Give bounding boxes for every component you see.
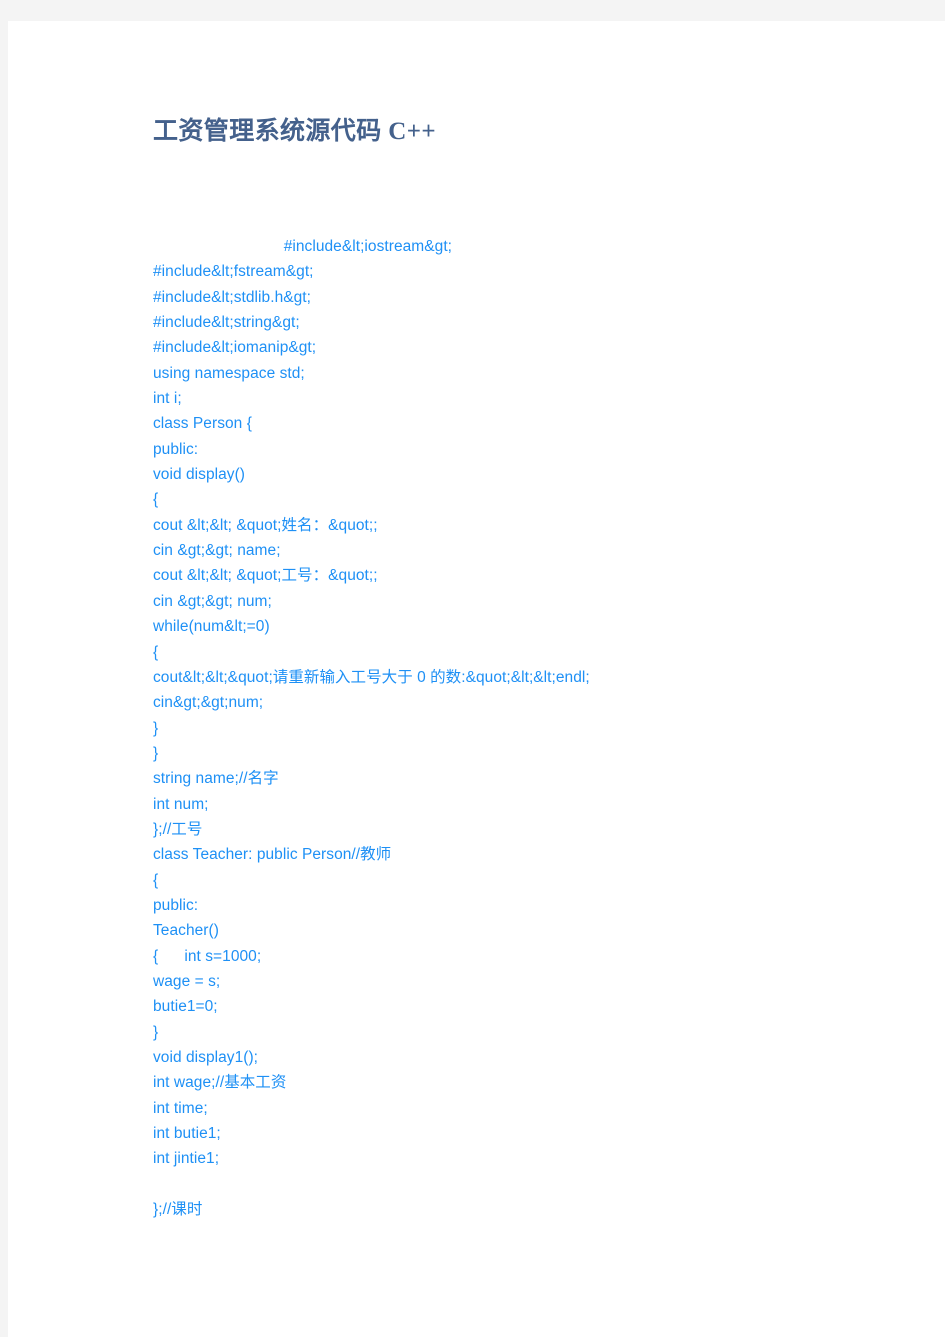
code-line: Teacher() <box>153 922 219 940</box>
code-line: using namespace std; <box>153 364 305 382</box>
code-line: };//课时 <box>153 1201 203 1219</box>
code-line: #include&lt;iostream&gt; <box>153 238 453 255</box>
code-line: } <box>153 744 159 762</box>
code-line: butie1=0; <box>153 998 218 1016</box>
source-code-block: #include&lt;iostream&gt; #include&lt;fstr… <box>153 234 935 1222</box>
document-page: 工资管理系统源代码 C++ #include&lt;iostream&gt; #i… <box>8 21 945 1337</box>
code-line: int time; <box>153 1099 208 1117</box>
code-line: };//工号 <box>153 820 203 838</box>
code-line: int i; <box>153 390 182 408</box>
code-line: int num; <box>153 795 209 813</box>
code-line: { <box>153 643 159 661</box>
code-line: #include&lt;stdlib.h&gt; <box>153 288 312 306</box>
code-line: while(num&lt;=0) <box>153 618 270 636</box>
code-line: #include&lt;fstream&gt; <box>153 263 314 281</box>
code-line: cin &gt;&gt; name; <box>153 542 281 560</box>
code-line: } <box>153 719 159 737</box>
code-line: void display() <box>153 466 246 484</box>
code-line: #include&lt;string&gt; <box>153 314 300 332</box>
code-line: { <box>153 871 159 889</box>
code-line: cout &lt;&lt; &quot;姓名：&quot;; <box>153 516 378 534</box>
code-line: class Teacher: public Person//教师 <box>153 846 392 864</box>
code-line: int jintie1; <box>153 1150 220 1168</box>
code-line: int butie1; <box>153 1125 221 1143</box>
code-line: } <box>153 1023 159 1041</box>
code-line: void display1(); <box>153 1049 259 1066</box>
page-title: 工资管理系统源代码 C++ <box>153 118 436 145</box>
code-line: #include&lt;iomanip&gt; <box>153 339 317 357</box>
code-line: wage = s; <box>153 972 221 990</box>
code-line: cin &gt;&gt; num; <box>153 592 272 610</box>
code-line: public: <box>153 440 199 458</box>
code-line: public: <box>153 896 199 914</box>
code-line: string name;//名字 <box>153 770 279 788</box>
code-line: cin&gt;&gt;num; <box>153 694 264 712</box>
code-line: cout &lt;&lt; &quot;工号：&quot;; <box>153 567 378 585</box>
code-line: int wage;//基本工资 <box>153 1074 287 1092</box>
code-line: cout&lt;&lt;&quot;请重新输入工号大于 0 的数:&quot;&… <box>153 668 590 686</box>
code-line: { int s=1000; <box>153 947 262 965</box>
code-line: { <box>153 491 159 509</box>
code-line: class Person { <box>153 415 252 433</box>
